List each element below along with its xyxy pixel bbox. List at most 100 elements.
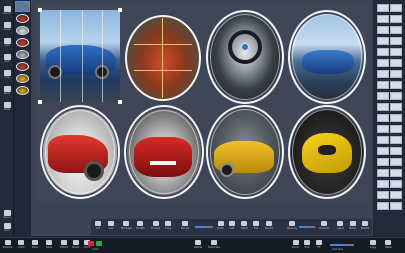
border-slider[interactable] [195, 226, 213, 228]
layout-option[interactable] [390, 158, 402, 166]
edit-button[interactable]: Edit [304, 240, 310, 249]
layer-tool[interactable]: Layer [337, 221, 344, 230]
photo-cell-3[interactable] [206, 10, 286, 105]
share-button[interactable]: Share [72, 240, 79, 249]
add-tool[interactable]: Add [1, 38, 13, 48]
save-button[interactable]: Save [46, 240, 52, 249]
resize-handle[interactable] [118, 100, 122, 104]
thumbnail[interactable] [16, 74, 29, 83]
photo-cell-7[interactable] [206, 105, 286, 200]
mirror-tool[interactable]: Mirror [349, 221, 356, 230]
copy-button[interactable]: Copy [370, 240, 376, 249]
grid-tool[interactable]: Grid [1, 223, 13, 233]
right-tool[interactable]: Right [241, 221, 248, 230]
layout-option[interactable] [390, 191, 402, 199]
photo-cell-8[interactable] [288, 105, 368, 200]
copy-tool[interactable]: Copy [165, 221, 171, 230]
shadow-control[interactable]: Shadow [319, 221, 329, 230]
resize-handle[interactable] [38, 100, 42, 104]
shuffle-tool[interactable]: Shuffle [136, 221, 145, 230]
border-control[interactable]: Border [181, 221, 189, 230]
layout-option[interactable] [390, 169, 402, 177]
explore-button[interactable]: Explore [3, 240, 12, 249]
cover-tool[interactable]: Cover [1, 22, 13, 32]
layout-option[interactable] [377, 70, 389, 78]
layout-option[interactable] [377, 169, 389, 177]
photo-cell-1[interactable] [38, 8, 122, 105]
layout-option[interactable] [390, 26, 402, 34]
layout-option[interactable] [377, 15, 389, 23]
layout-option[interactable] [377, 191, 389, 199]
layout-option[interactable] [377, 158, 389, 166]
resize-handle[interactable] [38, 8, 42, 12]
thumbnail[interactable] [16, 50, 29, 59]
rotate-tool[interactable]: Rotate [361, 221, 369, 230]
selected-thumbnail[interactable] [15, 1, 30, 12]
flip-tool[interactable]: Flip [253, 221, 259, 230]
layout-option[interactable] [390, 147, 402, 155]
layout-option[interactable] [390, 15, 402, 23]
layout-option[interactable] [390, 92, 402, 100]
layout-option[interactable] [377, 4, 389, 12]
photo-cell-6[interactable] [124, 105, 204, 200]
fit-button[interactable]: Fit [316, 240, 322, 249]
layout-option[interactable] [377, 202, 389, 210]
color-swatch-red[interactable] [88, 241, 94, 246]
order-tool[interactable]: Order [217, 221, 224, 230]
spacing-slider[interactable] [299, 226, 315, 228]
layout-option[interactable] [377, 81, 389, 89]
thumbnail[interactable] [16, 14, 29, 23]
cut-tool[interactable]: Cut [95, 221, 101, 230]
mask-tool[interactable]: Mask [1, 102, 13, 112]
zoom-tool[interactable]: Zoom [1, 210, 13, 220]
layout-option[interactable] [377, 125, 389, 133]
layout-option[interactable] [390, 114, 402, 122]
paste-button[interactable]: Paste [385, 240, 392, 249]
layout-option[interactable] [377, 136, 389, 144]
import-tool[interactable]: Import [1, 6, 13, 16]
photo-cell-5[interactable] [40, 105, 120, 200]
delete-button[interactable]: Delete [194, 240, 202, 249]
collage-canvas[interactable] [36, 5, 368, 201]
undo-button[interactable]: Undo [18, 240, 25, 249]
thumbnail[interactable] [16, 86, 29, 95]
photo-cell-2[interactable] [124, 10, 204, 105]
layout-option[interactable] [377, 37, 389, 45]
duplicate-button[interactable]: Duplicate [208, 240, 220, 249]
spacing-control[interactable]: Spacing [287, 221, 297, 230]
export-button[interactable]: Export [60, 240, 68, 249]
layout-option[interactable] [390, 180, 402, 188]
zoom-button[interactable]: Zoom [292, 240, 299, 249]
layout-option[interactable] [390, 70, 402, 78]
layout-option[interactable] [390, 81, 402, 89]
layout-option[interactable] [377, 59, 389, 67]
color-swatch-green[interactable] [96, 241, 102, 246]
cell-tool[interactable]: Cell [108, 221, 114, 230]
montage-tool[interactable]: Montage [121, 221, 132, 230]
layout-option[interactable] [390, 202, 402, 210]
background-tool[interactable]: Back [1, 86, 13, 96]
resize-handle[interactable] [118, 8, 122, 12]
layout-option[interactable] [377, 180, 389, 188]
layout-option[interactable] [390, 59, 402, 67]
left-tool[interactable]: Left [229, 221, 235, 230]
layout-option[interactable] [377, 48, 389, 56]
thumbnail[interactable] [16, 26, 29, 35]
frames-tool[interactable]: Frames [151, 221, 160, 230]
text-tool[interactable]: Text [1, 54, 13, 64]
layout-option[interactable] [377, 26, 389, 34]
layout-option[interactable] [377, 147, 389, 155]
layout-option[interactable] [390, 37, 402, 45]
layout-option[interactable] [390, 136, 402, 144]
round-control[interactable]: Round [265, 221, 273, 230]
layout-option[interactable] [390, 4, 402, 12]
layout-option[interactable] [390, 125, 402, 133]
clip-tool[interactable]: Clip [1, 70, 13, 80]
grid-size-slider[interactable] [330, 244, 354, 246]
thumbnail[interactable] [16, 38, 29, 47]
layout-option[interactable] [390, 48, 402, 56]
layout-option[interactable] [390, 103, 402, 111]
layout-option[interactable] [377, 92, 389, 100]
thumbnail[interactable] [16, 62, 29, 71]
photo-cell-4[interactable] [288, 10, 368, 105]
